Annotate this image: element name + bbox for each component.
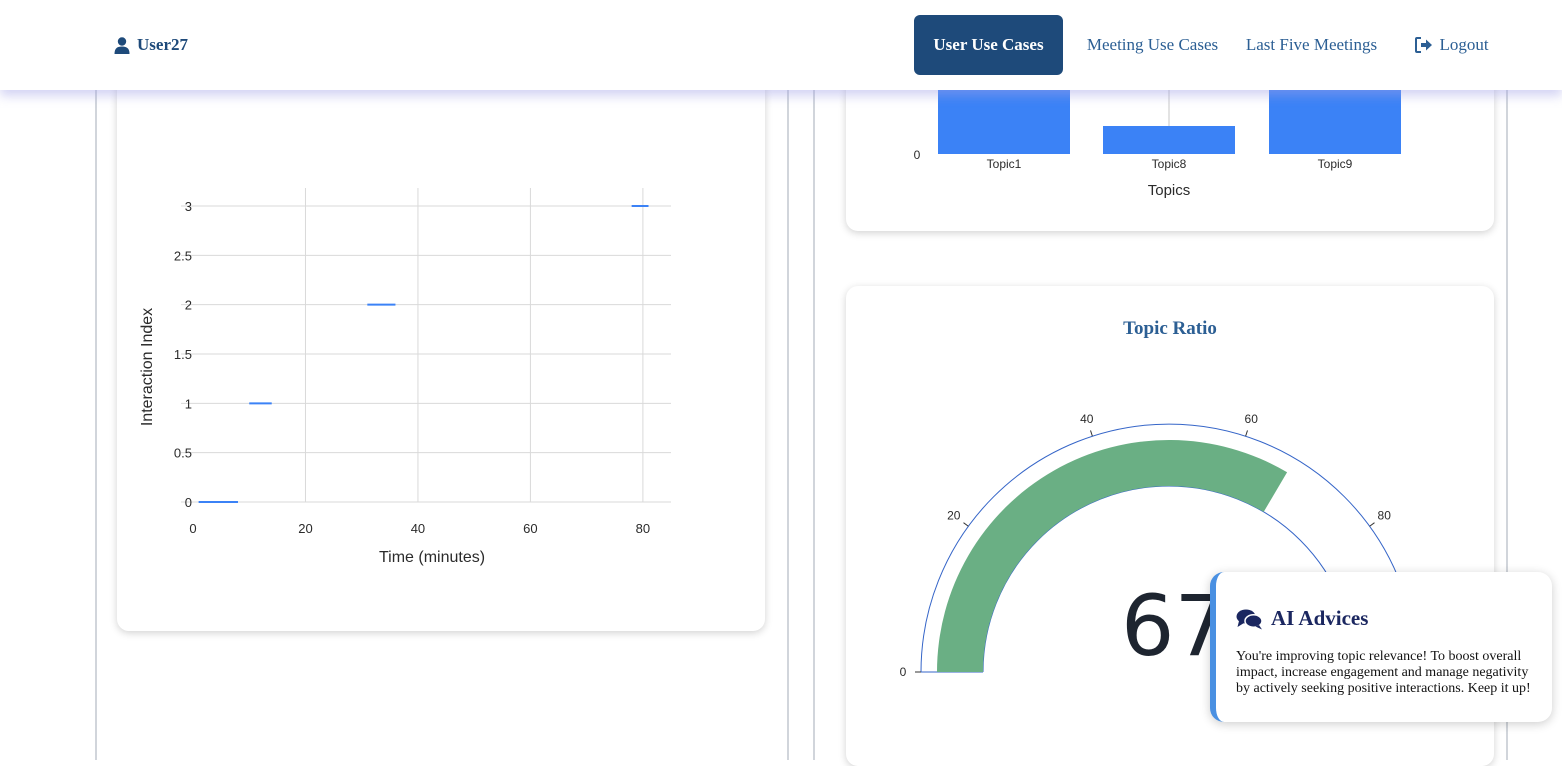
y-tick-label: 2.5 — [174, 248, 192, 263]
gauge-tick-label: 0 — [900, 665, 907, 679]
x-tick-label: 20 — [298, 521, 312, 536]
top-navbar: User27 User Use Cases Meeting Use Cases … — [0, 0, 1562, 90]
gauge-tick-label: 60 — [1245, 412, 1259, 426]
y-tick-label: 1.5 — [174, 347, 192, 362]
gauge-tick-label: 40 — [1080, 412, 1094, 426]
category-label: Topic1 — [987, 157, 1022, 171]
x-tick-label: 0 — [189, 521, 196, 536]
nav-user-use-cases[interactable]: User Use Cases — [914, 15, 1063, 75]
y-tick-label: 2 — [185, 298, 192, 313]
topics-x-axis-label: Topics — [1148, 182, 1191, 199]
user-icon — [114, 36, 130, 54]
interaction-chart: 0 20 40 60 80 0 0.5 1 1.5 2 2.5 3 Time (minutes) I… — [139, 188, 671, 566]
gauge-tick — [1369, 522, 1375, 527]
nav-logout[interactable]: Logout — [1413, 15, 1491, 75]
y-tick-label: 1 — [185, 396, 192, 411]
y-tick-label: 0 — [185, 495, 192, 510]
x-tick-label: 40 — [411, 521, 425, 536]
y-tick-0: 0 — [914, 148, 921, 162]
ai-advices-title: AI Advices — [1271, 606, 1369, 630]
user-profile[interactable]: User27 — [114, 34, 188, 56]
gauge-tick — [1090, 430, 1093, 437]
y-axis-label: Interaction Index — [139, 308, 156, 426]
user-name: User27 — [137, 35, 188, 54]
gauge-tick-label: 20 — [947, 509, 961, 523]
y-tick-label: 3 — [185, 199, 192, 214]
comments-icon — [1236, 609, 1263, 629]
gauge-tick — [963, 522, 969, 527]
gauge-tick — [1245, 430, 1248, 437]
ai-advices-panel: AI Advices You're improving topic releva… — [1210, 572, 1552, 722]
ai-advice-text: You're improving topic relevance! To boo… — [1236, 649, 1531, 696]
y-tick-label: 0.5 — [174, 446, 192, 461]
category-label: Topic8 — [1152, 157, 1187, 171]
category-label: Topic9 — [1318, 157, 1353, 171]
bar-topic8 — [1103, 126, 1235, 154]
x-axis-label: Time (minutes) — [379, 549, 485, 566]
x-tick-label: 60 — [523, 521, 537, 536]
nav-last-five-meetings[interactable]: Last Five Meetings — [1241, 15, 1382, 75]
gauge-tick-label: 80 — [1378, 509, 1392, 523]
ai-advices-header: AI Advices — [1236, 606, 1368, 631]
interaction-chart-card: 0 20 40 60 80 0 0.5 1 1.5 2 2.5 3 Time (minutes) I… — [117, 40, 765, 631]
nav-meeting-use-cases[interactable]: Meeting Use Cases — [1082, 15, 1223, 75]
logout-label: Logout — [1439, 35, 1489, 54]
logout-icon — [1415, 37, 1433, 53]
x-tick-label: 80 — [636, 521, 650, 536]
